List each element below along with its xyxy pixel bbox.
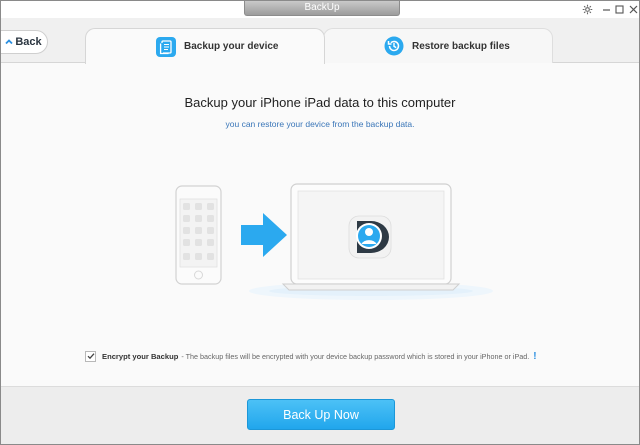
maximize-icon[interactable] [612, 2, 626, 16]
tab-backup-label: Backup your device [184, 41, 279, 52]
encrypt-label[interactable]: Encrypt your Backup [102, 352, 178, 361]
tab-backup-device[interactable]: Backup your device [85, 28, 325, 64]
window-title: BackUp [244, 1, 400, 16]
app-logo-icon [348, 215, 392, 259]
restore-clock-icon [384, 36, 404, 56]
encrypt-description: - The backup files will be encrypted wit… [181, 351, 530, 361]
info-icon[interactable]: ! [533, 351, 536, 362]
checkmark-icon [87, 353, 94, 360]
arrow-right-icon [241, 213, 287, 257]
back-up-now-button[interactable]: Back Up Now [247, 399, 395, 430]
page-title: Backup your iPhone iPad data to this com… [184, 95, 456, 110]
phone-icon [175, 185, 222, 285]
back-button[interactable]: Back [1, 30, 48, 54]
title-bar: BackUp [1, 1, 639, 18]
encrypt-checkbox[interactable] [85, 350, 96, 362]
tab-restore-files[interactable]: Restore backup files [323, 28, 553, 63]
chevron-up-icon [5, 39, 13, 45]
tab-header: Back Backup your device Restore backup f… [1, 18, 639, 64]
backup-illustration [175, 183, 493, 300]
app-window: BackUp Back Backup your device Restore b… [0, 0, 640, 445]
back-button-label: Back [15, 36, 42, 48]
close-icon[interactable] [626, 2, 639, 16]
footer-bar: Back Up Now [1, 386, 639, 444]
tab-restore-label: Restore backup files [412, 40, 510, 52]
minimize-icon[interactable] [599, 2, 613, 16]
device-backup-icon [156, 36, 176, 57]
encrypt-option: Encrypt your Backup - The backup files w… [85, 349, 565, 363]
page-subtitle: you can restore your device from the bac… [225, 119, 415, 129]
gear-icon[interactable] [580, 2, 594, 16]
